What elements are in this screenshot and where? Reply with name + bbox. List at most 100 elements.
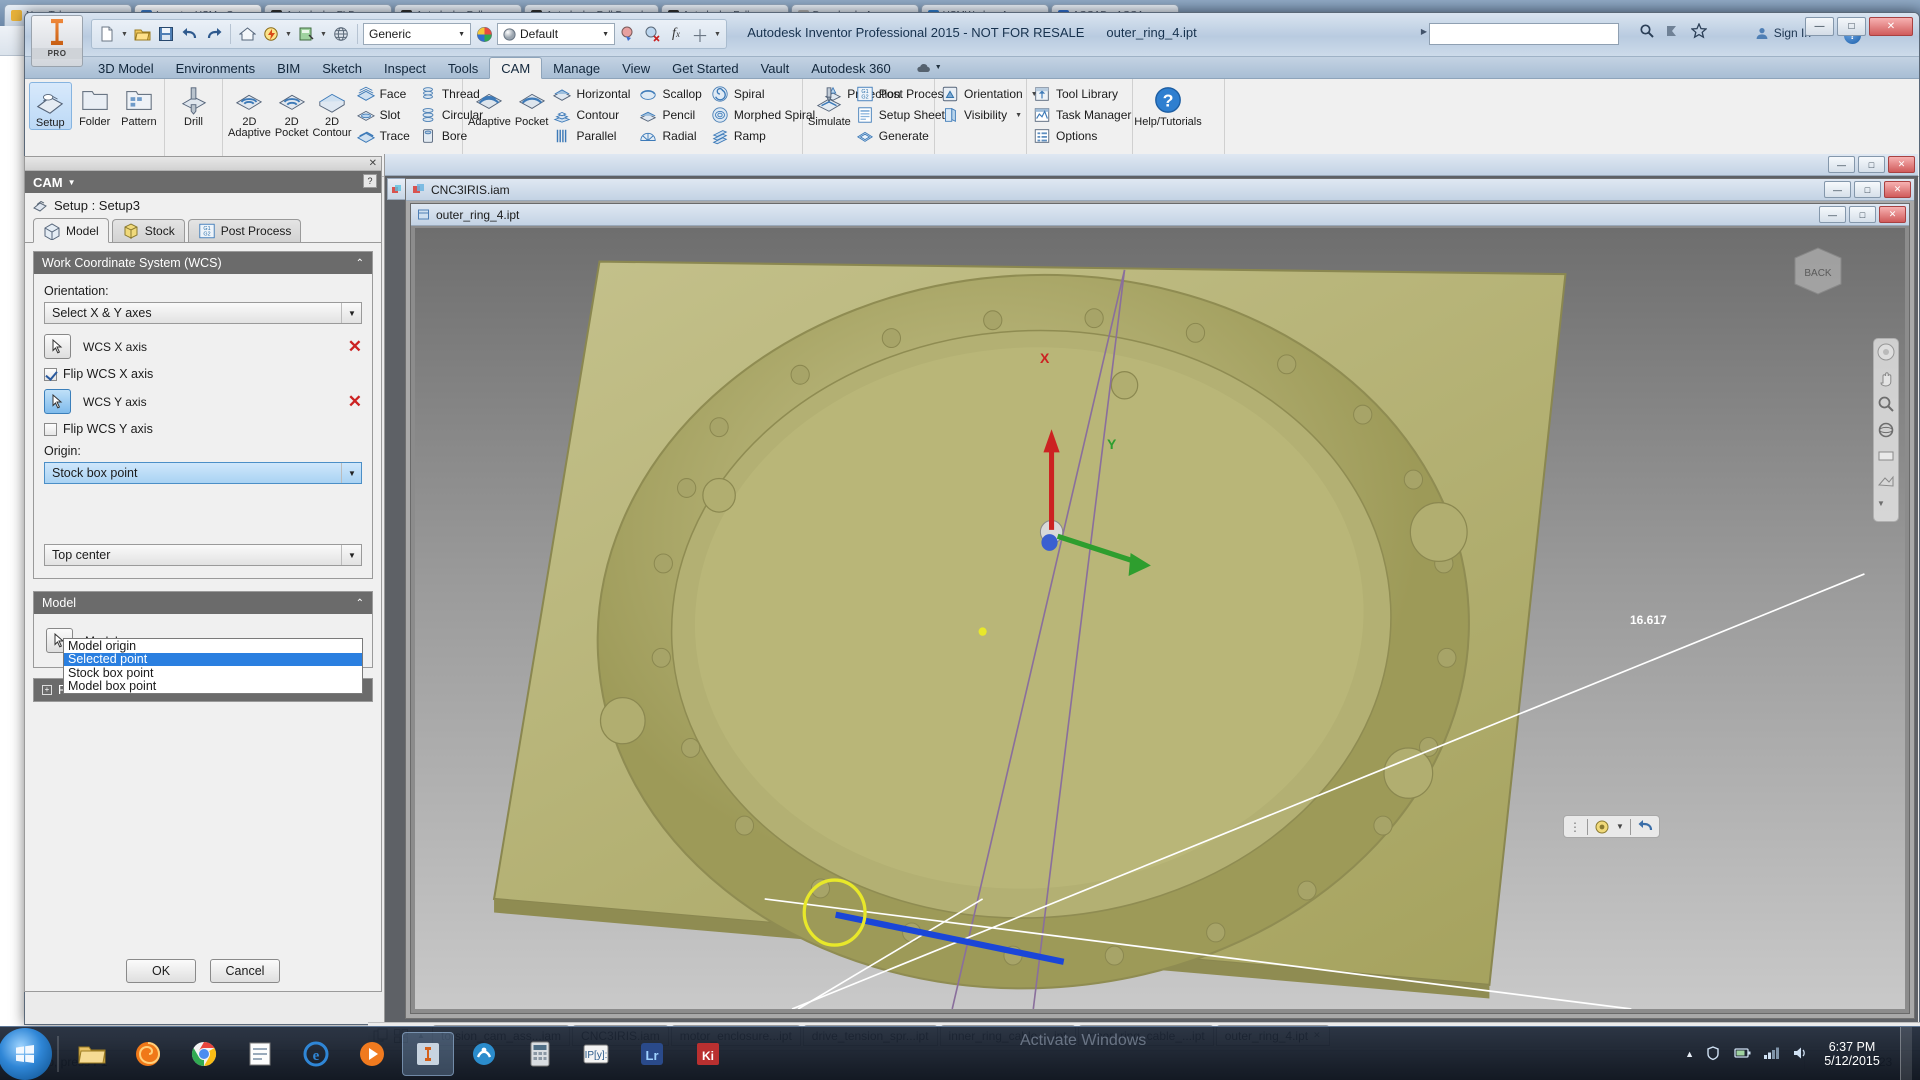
origin-combo[interactable]: Stock box point ▼ bbox=[44, 462, 362, 484]
taskbar-clock[interactable]: 6:37 PM 5/12/2015 bbox=[1821, 1040, 1883, 1068]
taskbar-fusion-button[interactable] bbox=[458, 1032, 510, 1076]
color-wheel-icon[interactable] bbox=[473, 23, 495, 45]
taskbar-explorer-button[interactable] bbox=[66, 1032, 118, 1076]
fx-icon[interactable]: fx bbox=[665, 23, 687, 45]
search-icon[interactable] bbox=[1639, 23, 1657, 41]
show-desktop-button[interactable] bbox=[1900, 1026, 1912, 1080]
new-dropdown-icon[interactable]: ▼ bbox=[120, 23, 129, 45]
cam-tab-model[interactable]: Model bbox=[33, 218, 109, 243]
orientation-combo[interactable]: Select X & Y axes ▼ bbox=[44, 302, 362, 324]
ribbon-button-pattern[interactable]: Pattern bbox=[118, 82, 160, 128]
chevron-down-icon-cloud[interactable]: ▼ bbox=[935, 64, 942, 71]
collapse-chevron-icon-model[interactable]: ⌃ bbox=[356, 598, 364, 609]
taskbar-firefox-button[interactable] bbox=[122, 1032, 174, 1076]
ribbon-tab-bim[interactable]: BIM bbox=[266, 57, 311, 78]
update-icon[interactable] bbox=[260, 23, 282, 45]
taskbar-ie-button[interactable]: e bbox=[290, 1032, 342, 1076]
navigation-bar[interactable]: ▼ bbox=[1873, 338, 1899, 522]
exchange-icon[interactable] bbox=[1665, 23, 1683, 41]
close-button[interactable]: ✕ bbox=[1869, 17, 1913, 36]
view-cube[interactable]: BACK bbox=[1789, 244, 1847, 296]
ribbon-tab-manage[interactable]: Manage bbox=[542, 57, 611, 78]
ribbon-button-parallel[interactable]: Parallel bbox=[551, 126, 635, 146]
cam-tab-strip[interactable]: Model Stock G1 G2 Post Process bbox=[25, 217, 381, 243]
ribbon-button-folder[interactable]: Folder bbox=[74, 82, 116, 128]
taskbar-lightroom-button[interactable]: Lr bbox=[626, 1032, 678, 1076]
maximize-button[interactable]: □ bbox=[1837, 17, 1866, 36]
taskbar-kicad-button[interactable]: Ki bbox=[682, 1032, 734, 1076]
flip-x-row[interactable]: Flip WCS X axis bbox=[44, 367, 362, 381]
ribbon-tab-get-started[interactable]: Get Started bbox=[661, 57, 749, 78]
taskbar-notepad-button[interactable] bbox=[234, 1032, 286, 1076]
origin-option[interactable]: Model box point bbox=[64, 679, 362, 693]
clear-x-axis-icon[interactable]: ✕ bbox=[348, 338, 362, 355]
taskbar-calculator-button[interactable] bbox=[514, 1032, 566, 1076]
update-dropdown-icon[interactable]: ▼ bbox=[284, 23, 293, 45]
chevron-down-icon-origin[interactable]: ▼ bbox=[341, 463, 358, 483]
panel-close-icon[interactable]: ✕ bbox=[369, 158, 377, 169]
wcs-group-header[interactable]: Work Coordinate System (WCS) ⌃ bbox=[34, 252, 372, 274]
collapse-chevron-icon[interactable]: ⌃ bbox=[356, 258, 364, 269]
ribbon-tab-autodesk-360[interactable]: Autodesk 360 bbox=[800, 57, 902, 78]
application-menu-button[interactable]: PRO bbox=[31, 15, 83, 67]
model-group-header[interactable]: Model ⌃ bbox=[34, 592, 372, 614]
chevron-down-icon[interactable]: ▼ bbox=[458, 31, 468, 38]
mdi-minimize-button[interactable]: — bbox=[1828, 156, 1855, 173]
ribbon-button-slot[interactable]: Slot bbox=[355, 105, 415, 125]
ribbon-button-pencil[interactable]: Pencil bbox=[637, 105, 706, 125]
mini-toolbar-grip[interactable]: ⋮ bbox=[1569, 820, 1581, 834]
ribbon-tab-vault[interactable]: Vault bbox=[750, 57, 801, 78]
ribbon-tab-tools[interactable]: Tools bbox=[437, 57, 489, 78]
ribbon-button-2d-pocket[interactable]: 2D Pocket bbox=[274, 82, 310, 139]
ribbon-button-2d-contour[interactable]: 2D Contour bbox=[311, 82, 352, 139]
assembly-restore-button[interactable]: □ bbox=[1854, 181, 1881, 198]
origin-dropdown-list[interactable]: Model origin Selected point Stock box poin… bbox=[63, 638, 363, 694]
taskbar-media-player-button[interactable] bbox=[346, 1032, 398, 1076]
show-all-icon[interactable] bbox=[1877, 473, 1895, 491]
ribbon-button-drill[interactable]: Drill bbox=[169, 82, 218, 128]
volume-icon[interactable] bbox=[1792, 1045, 1810, 1063]
ribbon-tab-sketch[interactable]: Sketch bbox=[311, 57, 373, 78]
minimize-button[interactable]: — bbox=[1805, 17, 1834, 36]
chevron-down-icon-orientation[interactable]: ▼ bbox=[341, 303, 358, 323]
ribbon-tab-inspect[interactable]: Inspect bbox=[373, 57, 437, 78]
ribbon-button-horizontal[interactable]: Horizontal bbox=[551, 84, 635, 104]
navbar-dropdown-icon[interactable]: ▼ bbox=[1877, 499, 1895, 517]
open-icon[interactable] bbox=[131, 23, 153, 45]
search-expand-icon[interactable]: ▶ bbox=[1421, 27, 1427, 36]
ribbon-button-radial[interactable]: Radial bbox=[637, 126, 706, 146]
action-center-icon[interactable] bbox=[1705, 1045, 1723, 1063]
favorites-star-icon[interactable] bbox=[1690, 22, 1709, 41]
appearance-paint-icon[interactable] bbox=[617, 23, 639, 45]
ribbon-tab-cam[interactable]: CAM bbox=[489, 57, 543, 79]
ribbon-tab-view[interactable]: View bbox=[611, 57, 661, 78]
flip-wcs-y-checkbox[interactable] bbox=[44, 422, 57, 436]
ribbon-button-scallop[interactable]: Scallop bbox=[637, 84, 706, 104]
undo-selection-icon[interactable] bbox=[1637, 818, 1654, 835]
taskbar-chrome-button[interactable] bbox=[178, 1032, 230, 1076]
ribbon-extra[interactable]: ▼ bbox=[902, 57, 942, 78]
save-icon[interactable] bbox=[155, 23, 177, 45]
ribbon-button-setup[interactable]: Setup bbox=[29, 82, 72, 130]
ok-button[interactable]: OK bbox=[126, 959, 196, 983]
home-icon[interactable] bbox=[236, 23, 258, 45]
customize-dropdown-icon[interactable]: ▼ bbox=[713, 23, 722, 45]
cancel-button[interactable]: Cancel bbox=[210, 959, 280, 983]
chevron-down-icon[interactable]: ▼ bbox=[1015, 112, 1022, 119]
part-restore-button[interactable]: □ bbox=[1849, 206, 1876, 223]
chevron-down-icon-2[interactable]: ▼ bbox=[602, 31, 612, 38]
start-button[interactable] bbox=[0, 1027, 52, 1080]
ribbon-button-tool-library[interactable]: Tool Library bbox=[1031, 84, 1136, 104]
cloud-icon[interactable] bbox=[916, 61, 931, 74]
appearance-clear-icon[interactable] bbox=[641, 23, 663, 45]
wcs-y-axis-select-button[interactable] bbox=[44, 389, 71, 414]
ribbon-tab-3d-model[interactable]: 3D Model bbox=[87, 57, 165, 78]
ribbon-tab-strip[interactable]: 3D Model Environments BIM Sketch Inspect Tool… bbox=[25, 57, 1919, 79]
project-icon[interactable] bbox=[295, 23, 317, 45]
look-at-icon[interactable] bbox=[1877, 447, 1895, 465]
flip-y-row[interactable]: Flip WCS Y axis bbox=[44, 422, 362, 436]
box-point-combo[interactable]: Top center ▼ bbox=[44, 544, 362, 566]
selection-mini-toolbar[interactable]: ⋮ ▼ bbox=[1563, 815, 1660, 838]
quick-access-toolbar[interactable]: ▼ ▼ ▼ Generic ▼ Default ▼ f x ＋ ▼ bbox=[91, 19, 727, 49]
undo-icon[interactable] bbox=[179, 23, 201, 45]
